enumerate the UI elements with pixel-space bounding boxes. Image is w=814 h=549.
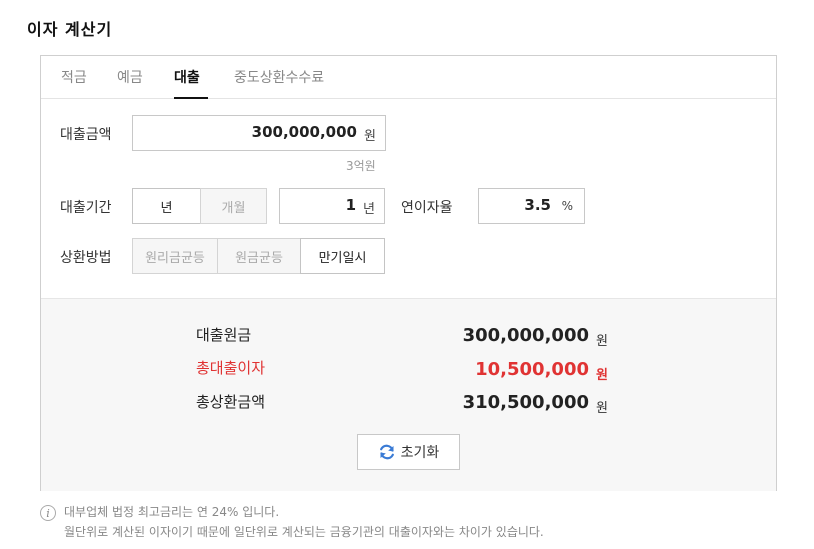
result-unit-total-repayment: 원 bbox=[596, 401, 608, 416]
loan-period-input[interactable]: 1 년 bbox=[279, 188, 385, 224]
tab-bar: 적금 예금 대출 중도상환수수료 bbox=[41, 56, 776, 99]
interest-rate-label: 연이자율 bbox=[401, 200, 453, 216]
note-max-rate: 대부업체 법정 최고금리는 연 24% 입니다. bbox=[64, 505, 280, 519]
result-label-principal: 대출원금 bbox=[196, 326, 252, 344]
tab-loan[interactable]: 대출 bbox=[174, 67, 200, 87]
result-area: 대출원금 300,000,000 원 총대출이자 10,500,000 원 총상… bbox=[41, 298, 776, 491]
note-calculation-basis: 월단위로 계산된 이자이기 때문에 일단위로 계산되는 금융기관의 대출이자와는… bbox=[64, 525, 544, 539]
loan-period-label: 대출기간 bbox=[60, 200, 112, 216]
tab-prepayment-fee[interactable]: 중도상환수수료 bbox=[234, 67, 324, 87]
repayment-option-equal-principal[interactable]: 원금균등 bbox=[217, 238, 301, 274]
result-value-principal: 300,000,000 bbox=[462, 325, 589, 346]
refresh-icon bbox=[379, 444, 394, 460]
result-unit-principal: 원 bbox=[596, 334, 608, 349]
loan-amount-input[interactable]: 300,000,000 원 bbox=[132, 115, 386, 151]
repayment-option-bullet[interactable]: 만기일시 bbox=[300, 238, 385, 274]
loan-amount-unit: 원 bbox=[364, 129, 376, 144]
tab-savings[interactable]: 적금 bbox=[61, 67, 87, 87]
result-value-total-interest: 10,500,000 bbox=[475, 359, 589, 380]
interest-rate-unit: % bbox=[561, 199, 573, 213]
period-unit-month[interactable]: 개월 bbox=[200, 188, 267, 224]
loan-period-unit: 년 bbox=[363, 202, 375, 217]
result-label-total-repayment: 총상환금액 bbox=[196, 393, 266, 411]
loan-amount-hint: 3억원 bbox=[346, 159, 376, 173]
result-unit-total-interest: 원 bbox=[596, 368, 608, 383]
active-tab-indicator bbox=[174, 97, 208, 99]
info-icon: i bbox=[40, 505, 56, 521]
reset-button-label: 초기화 bbox=[400, 445, 440, 461]
reset-button[interactable]: 초기화 bbox=[357, 434, 460, 470]
loan-period-value: 1 bbox=[345, 196, 356, 214]
interest-rate-input[interactable]: 3.5 % bbox=[478, 188, 585, 224]
period-unit-year[interactable]: 년 bbox=[132, 188, 201, 224]
repayment-option-equal-payment[interactable]: 원리금균등 bbox=[132, 238, 218, 274]
result-value-total-repayment: 310,500,000 bbox=[462, 392, 589, 413]
loan-amount-label: 대출금액 bbox=[60, 127, 112, 143]
loan-amount-value: 300,000,000 bbox=[251, 123, 357, 141]
result-label-total-interest: 총대출이자 bbox=[196, 359, 266, 377]
repayment-method-label: 상환방법 bbox=[60, 250, 112, 266]
calculator-panel: 적금 예금 대출 중도상환수수료 대출금액 300,000,000 원 3억원 … bbox=[40, 55, 777, 491]
page-title: 이자 계산기 bbox=[27, 20, 113, 39]
tab-deposit[interactable]: 예금 bbox=[117, 67, 143, 87]
interest-rate-value: 3.5 bbox=[524, 196, 551, 214]
